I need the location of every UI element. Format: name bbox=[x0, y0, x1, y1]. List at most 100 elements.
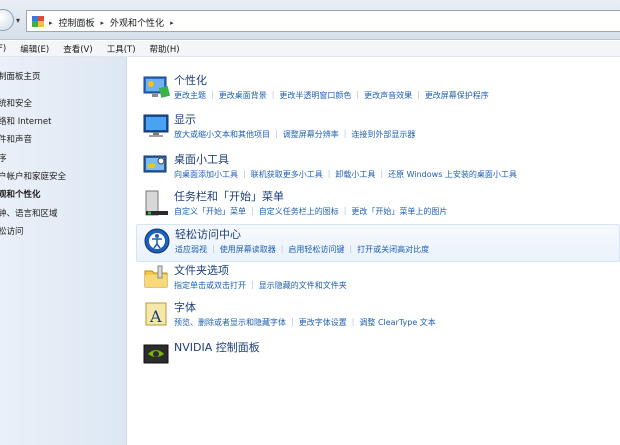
category-link[interactable]: 调整 ClearType 文本 bbox=[359, 317, 435, 328]
breadcrumb-item[interactable]: 控制面板 bbox=[59, 16, 95, 29]
category-link[interactable]: 自定义「开始」菜单 bbox=[174, 206, 246, 217]
category-title[interactable]: 文件夹选项 bbox=[174, 262, 229, 278]
ease-of-access-icon[interactable] bbox=[143, 227, 171, 255]
personalization-icon[interactable] bbox=[142, 73, 171, 101]
fonts-icon[interactable]: A bbox=[142, 300, 170, 328]
category-links: 放大或缩小文本和其他项目 | 调整屏幕分辨率 | 连接到外部显示器 bbox=[174, 129, 415, 140]
category-link[interactable]: 显示隐藏的文件和文件夹 bbox=[259, 280, 347, 291]
category-title[interactable]: 轻松访问中心 bbox=[175, 226, 241, 242]
category-link[interactable]: 启用轻松访问键 bbox=[288, 244, 344, 255]
category-title[interactable]: 字体 bbox=[174, 299, 196, 315]
back-button[interactable] bbox=[0, 9, 14, 31]
category-link[interactable]: 更改字体设置 bbox=[299, 317, 347, 328]
svg-text:A: A bbox=[149, 307, 162, 326]
link-separator: | bbox=[251, 280, 254, 289]
link-separator: | bbox=[356, 90, 360, 99]
category-link[interactable]: 放大或缩小文本和其他项目 bbox=[174, 129, 270, 140]
sidebar: 制面板主页统和安全络和 Internet 件和声音序户帐户和家庭安全 观和个性化钟、… bbox=[0, 57, 127, 445]
category-title[interactable]: NVIDIA 控制面板 bbox=[174, 339, 260, 355]
category-link[interactable]: 更改桌面背景 bbox=[219, 90, 267, 101]
link-separator: | bbox=[349, 244, 353, 253]
category-item: 任务栏和「开始」菜单自定义「开始」菜单 | 自定义任务栏上的图标 | 更改「开始」菜单上… bbox=[136, 187, 620, 225]
category-link[interactable]: 预览、删除或者显示和隐藏字体 bbox=[174, 317, 286, 328]
link-separator: | bbox=[275, 129, 278, 138]
category-item: 个性化更改主题 | 更改桌面背景 | 更改半透明窗口颜色 | 更改声音效果 | 更改屏幕保护程序 bbox=[136, 71, 620, 109]
sidebar-item[interactable]: 络和 Internet bbox=[0, 115, 51, 127]
sidebar-item[interactable]: 钟、语言和区域 bbox=[0, 207, 58, 219]
menu-item[interactable]: 查看(V) bbox=[63, 43, 92, 55]
category-title[interactable]: 个性化 bbox=[174, 72, 207, 88]
sidebar-item[interactable]: 序 bbox=[0, 152, 7, 164]
category-link[interactable]: 更改屏幕保护程序 bbox=[425, 90, 489, 101]
breadcrumb: ▸ 控制面板 ▸ 外观和个性化 ▸ bbox=[49, 16, 180, 30]
menu-item[interactable]: 工具(T) bbox=[107, 43, 136, 55]
link-separator: | bbox=[417, 90, 420, 99]
category-link[interactable]: 卸载小工具 bbox=[335, 169, 375, 180]
category-item: 文件夹选项指定单击或双击打开 | 显示隐藏的文件和文件夹 bbox=[136, 261, 620, 299]
sidebar-item[interactable]: 统和安全 bbox=[0, 97, 32, 109]
category-link[interactable]: 调整屏幕分辨率 bbox=[283, 129, 339, 140]
category-link[interactable]: 更改半透明窗口颜色 bbox=[279, 90, 351, 101]
taskbar-icon[interactable] bbox=[142, 189, 170, 217]
category-link[interactable]: 更改主题 bbox=[174, 90, 206, 101]
category-link[interactable]: 打开或关闭高对比度 bbox=[357, 244, 429, 255]
address-bar: ▾ ▸ 控制面板 ▸ 外观和个性化 ▸ bbox=[0, 0, 620, 40]
link-separator: | bbox=[327, 169, 331, 178]
link-separator: | bbox=[380, 169, 384, 178]
link-separator: | bbox=[251, 206, 254, 215]
link-separator: | bbox=[212, 244, 215, 253]
link-separator: | bbox=[243, 169, 246, 178]
category-link[interactable]: 使用屏幕读取器 bbox=[220, 244, 276, 255]
link-separator: | bbox=[343, 206, 347, 215]
crumb-separator-icon[interactable]: ▸ bbox=[170, 19, 174, 27]
category-item: 轻松访问中心适应弱视 | 使用屏幕读取器 | 启用轻松访问键 | 打开或关闭高对比度 bbox=[136, 224, 620, 262]
category-link[interactable]: 更改声音效果 bbox=[364, 90, 412, 101]
display-icon[interactable] bbox=[142, 112, 170, 140]
category-title[interactable]: 桌面小工具 bbox=[174, 151, 229, 167]
link-separator: | bbox=[343, 129, 347, 138]
category-item: NVIDIA 控制面板 bbox=[136, 338, 620, 376]
category-links: 指定单击或双击打开 | 显示隐藏的文件和文件夹 bbox=[174, 280, 347, 291]
control-panel-icon bbox=[32, 16, 44, 27]
crumb-separator-icon[interactable]: ▸ bbox=[101, 19, 105, 27]
sidebar-item[interactable]: 观和个性化 bbox=[0, 188, 41, 200]
category-title[interactable]: 显示 bbox=[174, 111, 196, 127]
category-links: 更改主题 | 更改桌面背景 | 更改半透明窗口颜色 | 更改声音效果 | 更改屏幕保护程序 bbox=[174, 90, 489, 101]
link-separator: | bbox=[291, 317, 294, 326]
folder-options-icon[interactable] bbox=[142, 263, 170, 291]
category-link[interactable]: 还原 Windows 上安装的桌面小工具 bbox=[388, 169, 517, 180]
category-item: A 字体预览、删除或者显示和隐藏字体 | 更改字体设置 | 调整 ClearType 文本 bbox=[136, 298, 620, 336]
nvidia-icon[interactable] bbox=[142, 340, 170, 368]
sidebar-item[interactable]: 松访问 bbox=[0, 225, 24, 237]
menu-bar: F) 编辑(E) 查看(V) 工具(T) 帮助(H) bbox=[0, 41, 620, 57]
gadgets-icon[interactable] bbox=[142, 152, 170, 180]
link-separator: | bbox=[271, 90, 275, 99]
menu-item[interactable]: 帮助(H) bbox=[150, 43, 180, 55]
sidebar-item[interactable]: 件和声音 bbox=[0, 133, 32, 145]
category-item: 显示放大或缩小文本和其他项目 | 调整屏幕分辨率 | 连接到外部显示器 bbox=[136, 110, 620, 148]
category-links: 预览、删除或者显示和隐藏字体 | 更改字体设置 | 调整 ClearType 文本 bbox=[174, 317, 436, 328]
sidebar-item[interactable]: 户帐户和家庭安全 bbox=[0, 170, 66, 182]
category-link[interactable]: 适应弱视 bbox=[175, 244, 207, 255]
menu-item[interactable]: F) bbox=[0, 44, 6, 54]
crumb-separator-icon[interactable]: ▸ bbox=[49, 19, 53, 27]
history-dropdown-icon[interactable]: ▾ bbox=[16, 16, 20, 25]
category-link[interactable]: 向桌面添加小工具 bbox=[174, 169, 238, 180]
category-link[interactable]: 连接到外部显示器 bbox=[351, 129, 415, 140]
category-links: 向桌面添加小工具 | 联机获取更多小工具 | 卸载小工具 | 还原 Windows 上安装的… bbox=[174, 169, 517, 180]
category-title[interactable]: 任务栏和「开始」菜单 bbox=[174, 188, 284, 204]
category-item: 桌面小工具向桌面添加小工具 | 联机获取更多小工具 | 卸载小工具 | 还原 Windows… bbox=[136, 150, 620, 188]
category-link[interactable]: 联机获取更多小工具 bbox=[251, 169, 323, 180]
category-links: 适应弱视 | 使用屏幕读取器 | 启用轻松访问键 | 打开或关闭高对比度 bbox=[175, 244, 429, 255]
link-separator: | bbox=[211, 90, 214, 99]
category-link[interactable]: 更改「开始」菜单上的图片 bbox=[351, 206, 447, 217]
menu-item[interactable]: 编辑(E) bbox=[20, 43, 49, 55]
link-separator: | bbox=[280, 244, 284, 253]
category-link[interactable]: 自定义任务栏上的图标 bbox=[259, 206, 339, 217]
sidebar-item[interactable]: 制面板主页 bbox=[0, 70, 41, 82]
address-path-box[interactable]: ▸ 控制面板 ▸ 外观和个性化 ▸ bbox=[26, 10, 620, 32]
category-links: 自定义「开始」菜单 | 自定义任务栏上的图标 | 更改「开始」菜单上的图片 bbox=[174, 206, 447, 217]
breadcrumb-item[interactable]: 外观和个性化 bbox=[110, 16, 164, 29]
category-link[interactable]: 指定单击或双击打开 bbox=[174, 280, 246, 291]
link-separator: | bbox=[351, 317, 355, 326]
